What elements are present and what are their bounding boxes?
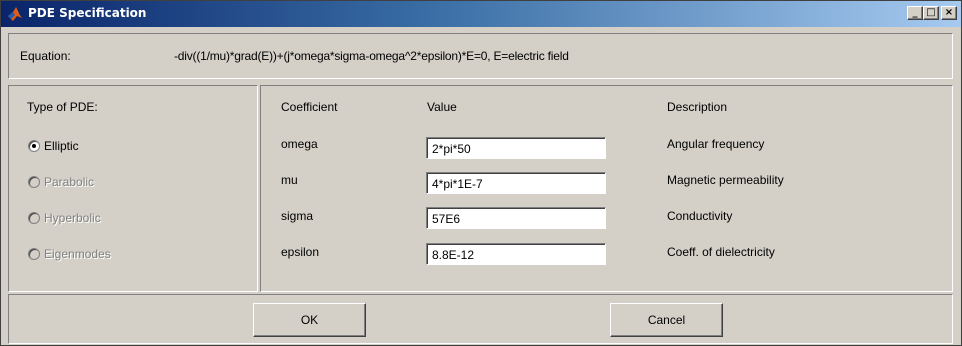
radio-label: Eigenmodes [44, 247, 111, 261]
coefficient-description-mu: Magnetic permeability [667, 173, 784, 187]
close-icon: × [944, 7, 954, 18]
close-button[interactable]: × [941, 6, 957, 20]
radio-selected-dot [32, 144, 36, 148]
coefficient-name-mu: mu [281, 173, 298, 187]
coefficient-panel [260, 85, 953, 292]
minimize-icon: _ [912, 7, 918, 18]
sigma-value-input[interactable]: 57E6 [426, 207, 606, 229]
description-header: Description [667, 100, 728, 114]
coefficient-name-epsilon: epsilon [281, 245, 320, 259]
radio-label: Parabolic [44, 175, 95, 189]
matlab-icon [7, 6, 23, 22]
title-bar[interactable]: PDE Specification _ □ × [1, 1, 961, 27]
coefficient-header: Coefficient [281, 100, 338, 114]
coefficient-description-omega: Angular frequency [667, 137, 765, 151]
omega-value-input[interactable]: 2*pi*50 [426, 137, 606, 159]
coefficient-description-sigma: Conductivity [667, 209, 733, 223]
cancel-button[interactable]: Cancel [610, 303, 723, 337]
pde-type-title: Type of PDE: [27, 100, 98, 114]
radio-circle [28, 248, 40, 260]
radio-circle [28, 176, 40, 188]
equation-text: -div((1/mu)*grad(E))+(j*omega*sigma-omeg… [174, 49, 569, 63]
equation-label: Equation: [20, 49, 71, 63]
pde-specification-window: PDE Specification _ □ × Equation: -div((… [0, 0, 962, 346]
value-header: Value [427, 100, 457, 114]
coefficient-name-sigma: sigma [281, 209, 314, 223]
ok-button[interactable]: OK [253, 303, 366, 337]
radio-circle [28, 212, 40, 224]
maximize-button[interactable]: □ [923, 6, 939, 20]
epsilon-value-input[interactable]: 8.8E-12 [426, 243, 606, 265]
radio-label: Elliptic [44, 139, 79, 153]
coefficient-name-omega: omega [281, 137, 318, 151]
minimize-button[interactable]: _ [907, 6, 923, 20]
maximize-icon: □ [926, 7, 936, 18]
radio-label: Hyperbolic [44, 211, 101, 225]
window-title: PDE Specification [28, 6, 147, 20]
coefficient-description-epsilon: Coeff. of dielectricity [667, 245, 775, 259]
button-panel [8, 294, 953, 344]
mu-value-input[interactable]: 4*pi*1E-7 [426, 172, 606, 194]
